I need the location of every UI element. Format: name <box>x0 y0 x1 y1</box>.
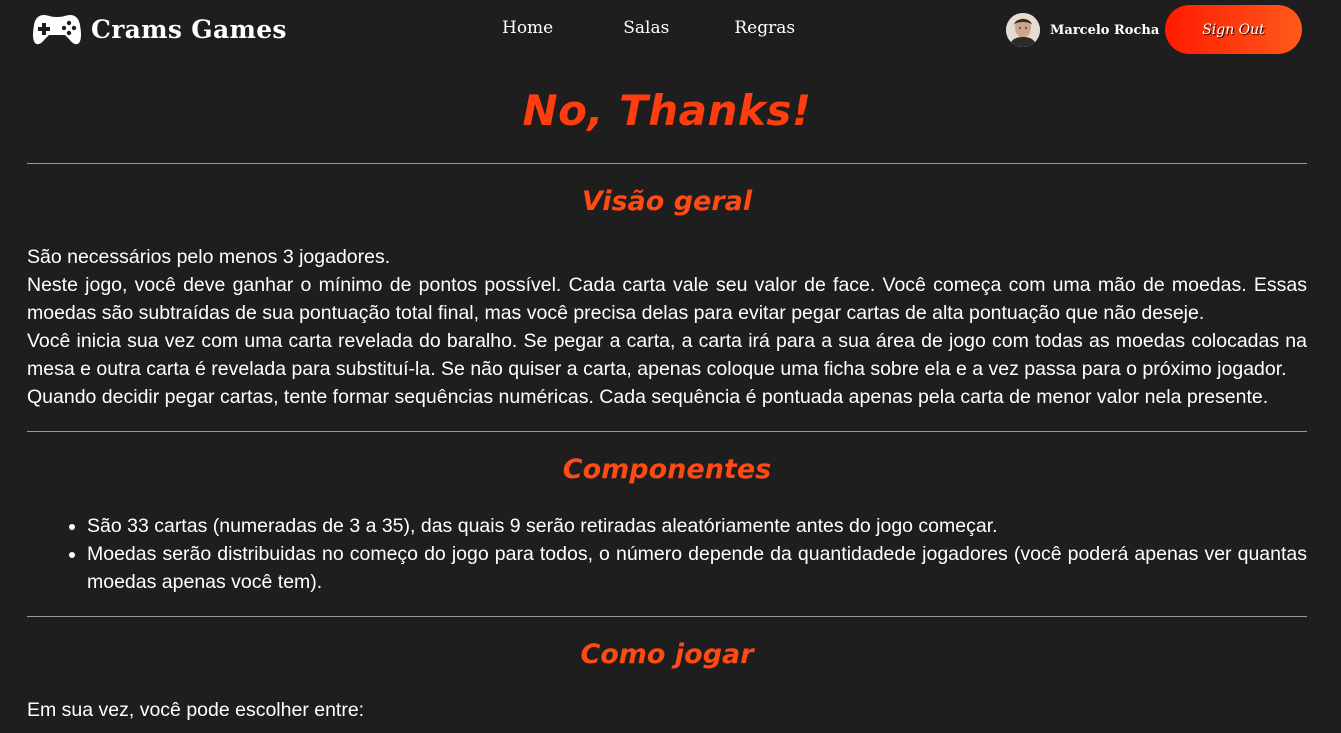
list-item: Moedas serão distribuidas no começo do j… <box>87 540 1307 596</box>
divider <box>27 163 1307 164</box>
components-list: São 33 cartas (numeradas de 3 a 35), das… <box>27 512 1307 596</box>
overview-line: Você inicia sua vez com uma carta revela… <box>27 330 1307 380</box>
avatar[interactable] <box>1006 13 1040 47</box>
section-title-how-to-play: Como jogar <box>580 639 754 670</box>
top-navbar: Crams Games Home Salas Regras Marcelo Ro… <box>0 0 1341 60</box>
divider <box>27 431 1307 432</box>
nav-salas[interactable]: Salas <box>623 18 669 38</box>
nav-regras[interactable]: Regras <box>734 18 795 38</box>
page-title: No, Thanks! <box>522 86 812 135</box>
user-name: Marcelo Rocha <box>1050 22 1160 38</box>
how-to-play-intro-text: Em sua vez, você pode escolher entre: <box>27 699 365 721</box>
how-to-play-intro: Em sua vez, você pode escolher entre: <box>27 696 1307 724</box>
list-item: São 33 cartas (numeradas de 3 a 35), das… <box>87 512 1307 540</box>
overview-text: São necessários pelo menos 3 jogadores. … <box>27 243 1307 411</box>
nav-home[interactable]: Home <box>502 18 553 38</box>
overview-line: Neste jogo, você deve ganhar o mínimo de… <box>27 274 1307 324</box>
overview-line: São necessários pelo menos 3 jogadores. <box>27 246 391 268</box>
overview-line: Quando decidir pegar cartas, tente forma… <box>27 386 1269 408</box>
section-title-components: Componentes <box>562 454 772 485</box>
brand-link[interactable]: Crams Games <box>32 12 287 46</box>
brand-name: Crams Games <box>91 14 287 44</box>
gamepad-icon <box>32 12 82 46</box>
divider <box>27 616 1307 617</box>
section-title-overview: Visão geral <box>581 186 753 217</box>
user-info: Marcelo Rocha <box>1006 13 1159 47</box>
sign-out-button[interactable]: Sign Out <box>1165 5 1302 54</box>
main-nav: Home Salas Regras <box>502 18 795 38</box>
